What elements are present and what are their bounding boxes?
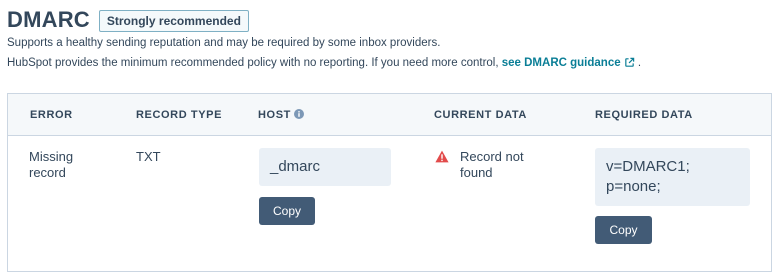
current-data-line-2: found	[460, 165, 493, 180]
required-value-line-2: p=none;	[606, 178, 661, 195]
column-header-required-data: REQUIRED DATA	[595, 109, 693, 121]
required-value-line-1: v=DMARC1;	[606, 158, 690, 175]
recommendation-badge: Strongly recommended	[98, 9, 249, 32]
record-type-cell: TXT	[136, 149, 161, 164]
host-value: _dmarc	[270, 158, 321, 175]
column-header-record-type: RECORD TYPE	[136, 109, 223, 121]
section-title: DMARC	[7, 7, 90, 32]
dmarc-guidance-link-label: see DMARC guidance	[501, 57, 621, 69]
table-header: ERROR RECORD TYPE HOST CURRENT DATA REQU…	[8, 94, 771, 136]
external-link-icon	[624, 57, 635, 71]
description-line-2: HubSpot provides the minimum recommended…	[7, 57, 641, 71]
description-line-1: Supports a healthy sending reputation an…	[7, 37, 441, 49]
dns-record-table: ERROR RECORD TYPE HOST CURRENT DATA REQU…	[7, 93, 772, 272]
description-suffix: .	[637, 57, 642, 69]
error-cell-line-2: record	[29, 165, 66, 180]
column-header-current-data: CURRENT DATA	[434, 109, 527, 121]
host-header-label: HOST	[258, 109, 291, 121]
host-value-field[interactable]: _dmarc	[259, 148, 391, 186]
dmarc-guidance-link[interactable]: see DMARC guidance	[502, 57, 635, 69]
section-header: DMARC Strongly recommended	[7, 6, 249, 34]
info-icon[interactable]	[293, 109, 304, 122]
error-cell-line-1: Missing	[29, 149, 74, 164]
column-header-host: HOST	[258, 109, 304, 122]
copy-host-button[interactable]: Copy	[259, 197, 315, 225]
current-data-line-1: Record not	[460, 149, 524, 164]
description-text: HubSpot provides the minimum recommended…	[7, 57, 499, 69]
column-header-error: ERROR	[30, 109, 73, 121]
copy-required-button[interactable]: Copy	[595, 216, 652, 244]
required-value-field[interactable]: v=DMARC1; p=none;	[595, 148, 750, 206]
warning-icon	[435, 150, 449, 168]
